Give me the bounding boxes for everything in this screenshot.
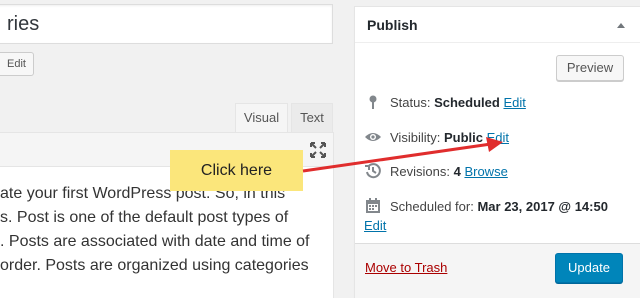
- move-to-trash-link[interactable]: Move to Trash: [365, 260, 447, 276]
- revisions-count: 4: [453, 164, 461, 179]
- tab-visual[interactable]: Visual: [235, 103, 288, 133]
- content-line: . Posts are associated with date and tim…: [0, 233, 310, 250]
- status-value: Scheduled: [434, 95, 500, 110]
- content-line: order. Posts are organized using categor…: [0, 257, 309, 274]
- schedule-value: Mar 23, 2017 @ 14:50: [477, 199, 608, 214]
- revisions-clock-icon: [365, 163, 381, 179]
- edit-schedule-link[interactable]: Edit: [364, 218, 386, 234]
- revisions-label: Revisions:: [390, 164, 450, 179]
- revisions-row: Revisions: 4 Browse: [364, 163, 508, 180]
- visibility-label: Visibility:: [390, 130, 441, 145]
- collapse-arrow-icon[interactable]: [617, 23, 625, 28]
- browse-revisions-link[interactable]: Browse: [464, 164, 507, 179]
- publish-header[interactable]: Publish: [355, 7, 640, 43]
- preview-button[interactable]: Preview: [556, 55, 624, 81]
- edit-permalink-button[interactable]: Edit: [0, 52, 34, 76]
- content-line: s. Post is one of the default post types…: [0, 209, 289, 226]
- status-label: Status:: [390, 95, 431, 110]
- edit-status-link[interactable]: Edit: [503, 95, 525, 110]
- schedule-label: Scheduled for:: [390, 199, 474, 214]
- tab-text[interactable]: Text: [291, 103, 333, 133]
- click-here-callout: Click here: [170, 150, 303, 191]
- eye-icon: [365, 133, 381, 141]
- status-row: Status: Scheduled Edit: [364, 94, 526, 111]
- post-title-input[interactable]: ries: [0, 4, 333, 44]
- update-button[interactable]: Update: [555, 253, 623, 283]
- pin-icon: [369, 95, 377, 109]
- visibility-value: Public: [443, 130, 483, 145]
- distraction-free-icon[interactable]: [307, 139, 329, 161]
- post-title-text: ries: [7, 13, 40, 35]
- schedule-row: Scheduled for: Mar 23, 2017 @ 14:50: [364, 198, 608, 215]
- calendar-icon: [366, 198, 380, 213]
- publish-title: Publish: [367, 17, 418, 33]
- edit-visibility-link[interactable]: Edit: [487, 130, 509, 145]
- visibility-row: Visibility: Public Edit: [364, 129, 509, 146]
